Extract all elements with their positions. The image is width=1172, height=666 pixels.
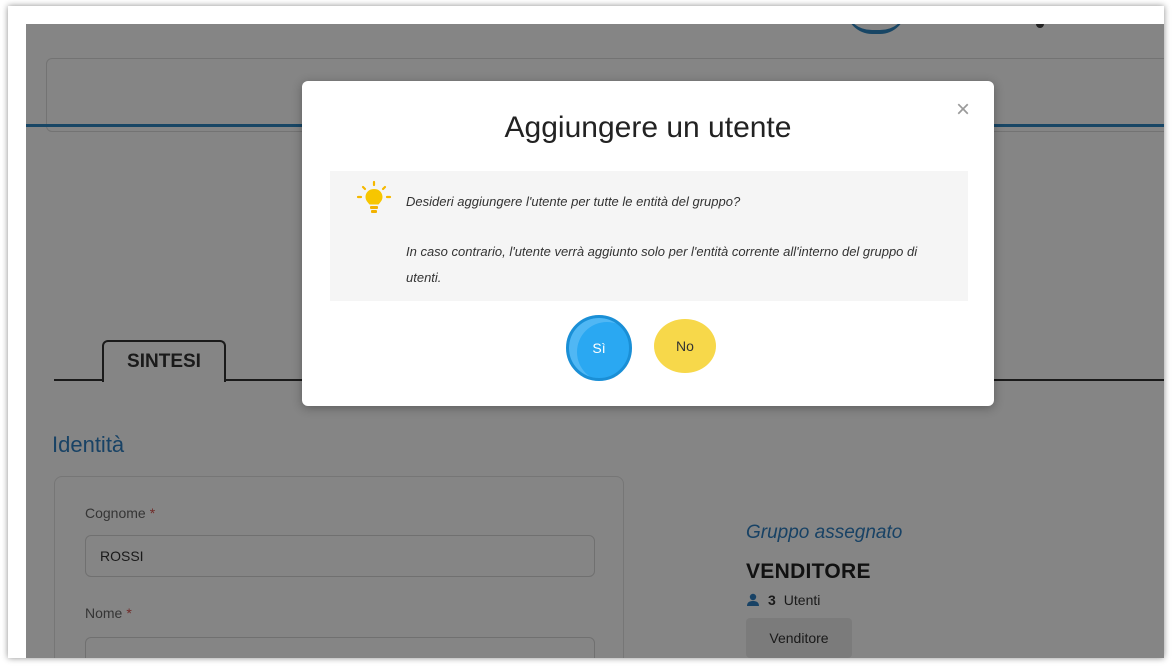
notice-question: Desideri aggiungere l'utente per tutte l… [406,194,741,209]
notice-box: Desideri aggiungere l'utente per tutte l… [330,171,968,301]
app-window: SINTESI Identità Cognome * ROSSI Nome * Gr… [26,24,1164,658]
notice-text: Desideri aggiungere l'utente per tutte l… [406,189,946,291]
lightbulb-icon [356,180,392,213]
yes-button[interactable]: Sì [566,315,632,381]
notice-explanation: In caso contrario, l'utente verrà aggiun… [406,244,918,285]
dialog-title: Aggiungere un utente [504,111,792,144]
screenshot-frame: SINTESI Identità Cognome * ROSSI Nome * Gr… [8,6,1164,658]
dialog-actions: Sì No [302,315,994,385]
add-user-dialog: × Aggiungere un utente Desideri aggiunge… [302,81,994,406]
no-button[interactable]: No [654,319,716,373]
